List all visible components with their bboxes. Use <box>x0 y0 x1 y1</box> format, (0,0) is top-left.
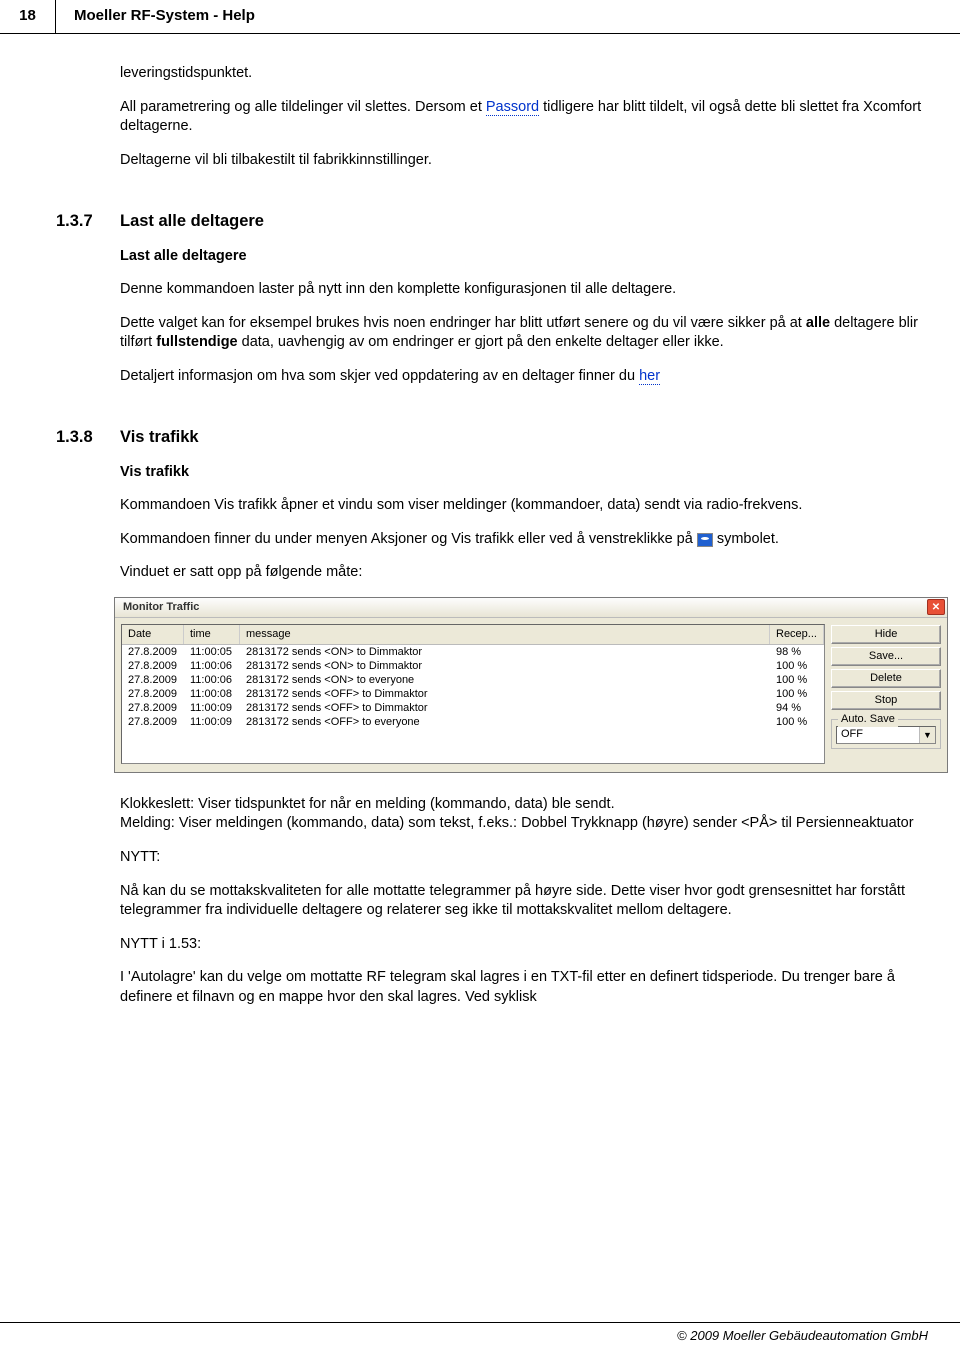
cell-msg: 2813172 sends <OFF> to everyone <box>240 715 770 729</box>
section-138-sub: Vis trafikk <box>120 463 928 483</box>
cell-date: 27.8.2009 <box>122 715 184 729</box>
s137-p1: Denne kommandoen laster på nytt inn den … <box>120 280 928 300</box>
section-138-num: 1.3.8 <box>56 426 120 448</box>
cell-date: 27.8.2009 <box>122 645 184 659</box>
side-panel: Hide Save... Delete Stop Auto. Save OFF … <box>831 624 941 764</box>
page-content: leveringstidspunktet. All parametrering … <box>0 34 960 1007</box>
save-button[interactable]: Save... <box>831 647 941 666</box>
after-p5: NYTT i 1.53: <box>120 935 928 955</box>
s138-p3: Vinduet er satt opp på følgende måte: <box>120 563 928 583</box>
after-p6: I 'Autolagre' kan du velge om mottatte R… <box>120 968 928 1007</box>
cell-msg: 2813172 sends <ON> to Dimmaktor <box>240 659 770 673</box>
s138-p2: Kommandoen finner du under menyen Aksjon… <box>120 530 928 550</box>
autosave-legend: Auto. Save <box>838 712 898 727</box>
col-message[interactable]: message <box>240 625 770 644</box>
s137-p2: Dette valget kan for eksempel brukes hvi… <box>120 314 928 353</box>
cell-date: 27.8.2009 <box>122 701 184 715</box>
s138-p2b: symbolet. <box>713 531 779 547</box>
cell-msg: 2813172 sends <OFF> to Dimmaktor <box>240 687 770 701</box>
delete-button[interactable]: Delete <box>831 669 941 688</box>
intro-p3: Deltagerne vil bli tilbakestilt til fabr… <box>120 151 928 171</box>
section-137-title: Last alle deltagere <box>120 210 264 232</box>
window-body: Date time message Recep... 27.8.200911:0… <box>115 618 947 772</box>
cell-time: 11:00:05 <box>184 645 240 659</box>
cell-date: 27.8.2009 <box>122 687 184 701</box>
s137-p3a: Detaljert informasjon om hva som skjer v… <box>120 368 639 384</box>
link-passord[interactable]: Passord <box>486 99 539 116</box>
cell-msg: 2813172 sends <ON> to everyone <box>240 673 770 687</box>
cell-recep: 100 % <box>770 687 824 701</box>
cell-recep: 100 % <box>770 715 824 729</box>
list-rows: 27.8.200911:00:052813172 sends <ON> to D… <box>122 645 824 729</box>
list-header: Date time message Recep... <box>122 625 824 645</box>
after-p4: Nå kan du se mottakskvaliteten for alle … <box>120 882 928 921</box>
cell-date: 27.8.2009 <box>122 673 184 687</box>
stop-button[interactable]: Stop <box>831 691 941 710</box>
cell-time: 11:00:06 <box>184 659 240 673</box>
col-time[interactable]: time <box>184 625 240 644</box>
table-row[interactable]: 27.8.200911:00:062813172 sends <ON> to D… <box>122 659 824 673</box>
section-138-title: Vis trafikk <box>120 426 199 448</box>
s137-p2c: data, uavhengig av om endringer er gjort… <box>238 334 724 350</box>
close-button[interactable]: ✕ <box>927 599 945 615</box>
after-p2: Melding: Viser meldingen (kommando, data… <box>120 814 928 834</box>
after-p1: Klokkeslett: Viser tidspunktet for når e… <box>120 795 928 815</box>
cell-msg: 2813172 sends <ON> to Dimmaktor <box>240 645 770 659</box>
traffic-icon <box>697 533 713 547</box>
intro-p1: leveringstidspunktet. <box>120 64 928 84</box>
hide-button[interactable]: Hide <box>831 625 941 644</box>
cell-date: 27.8.2009 <box>122 659 184 673</box>
section-137-num: 1.3.7 <box>56 210 120 232</box>
cell-time: 11:00:08 <box>184 687 240 701</box>
page-footer: © 2009 Moeller Gebäudeautomation GmbH <box>0 1322 960 1345</box>
window-title: Monitor Traffic <box>123 600 927 615</box>
page-header: 18 Moeller RF-System - Help <box>0 0 960 34</box>
cell-time: 11:00:09 <box>184 715 240 729</box>
table-row[interactable]: 27.8.200911:00:062813172 sends <ON> to e… <box>122 673 824 687</box>
close-icon: ✕ <box>932 601 940 615</box>
section-137-sub: Last alle deltagere <box>120 247 928 267</box>
s137-p2a: Dette valget kan for eksempel brukes hvi… <box>120 315 806 331</box>
cell-time: 11:00:06 <box>184 673 240 687</box>
cell-msg: 2813172 sends <OFF> to Dimmaktor <box>240 701 770 715</box>
autosave-group: Auto. Save OFF ▼ <box>831 719 941 749</box>
header-title: Moeller RF-System - Help <box>56 0 255 33</box>
table-row[interactable]: 27.8.200911:00:092813172 sends <OFF> to … <box>122 715 824 729</box>
intro-p2: All parametrering og alle tildelinger vi… <box>120 98 928 137</box>
intro-p2a: All parametrering og alle tildelinger vi… <box>120 99 486 115</box>
section-138-heading: 1.3.8 Vis trafikk <box>56 426 928 448</box>
cell-recep: 98 % <box>770 645 824 659</box>
window-titlebar: Monitor Traffic ✕ <box>115 598 947 618</box>
table-row[interactable]: 27.8.200911:00:082813172 sends <OFF> to … <box>122 687 824 701</box>
s138-p1: Kommandoen Vis trafikk åpner et vindu so… <box>120 496 928 516</box>
s137-p3: Detaljert informasjon om hva som skjer v… <box>120 367 928 387</box>
page-number: 18 <box>0 0 56 33</box>
s138-p2a: Kommandoen finner du under menyen Aksjon… <box>120 531 697 547</box>
autosave-value: OFF <box>841 727 863 742</box>
table-row[interactable]: 27.8.200911:00:052813172 sends <ON> to D… <box>122 645 824 659</box>
col-recep[interactable]: Recep... <box>770 625 824 644</box>
col-date[interactable]: Date <box>122 625 184 644</box>
cell-recep: 100 % <box>770 659 824 673</box>
traffic-list: Date time message Recep... 27.8.200911:0… <box>121 624 825 764</box>
monitor-traffic-window: Monitor Traffic ✕ Date time message Rece… <box>114 597 948 773</box>
link-her[interactable]: her <box>639 368 660 385</box>
autosave-select[interactable]: OFF ▼ <box>836 726 936 744</box>
section-137-heading: 1.3.7 Last alle deltagere <box>56 210 928 232</box>
cell-recep: 100 % <box>770 673 824 687</box>
table-row[interactable]: 27.8.200911:00:092813172 sends <OFF> to … <box>122 701 824 715</box>
chevron-down-icon: ▼ <box>919 727 935 743</box>
cell-recep: 94 % <box>770 701 824 715</box>
after-p3: NYTT: <box>120 848 928 868</box>
cell-time: 11:00:09 <box>184 701 240 715</box>
s137-p2-b1: alle <box>806 315 830 331</box>
s137-p2-b2: fullstendige <box>156 334 237 350</box>
